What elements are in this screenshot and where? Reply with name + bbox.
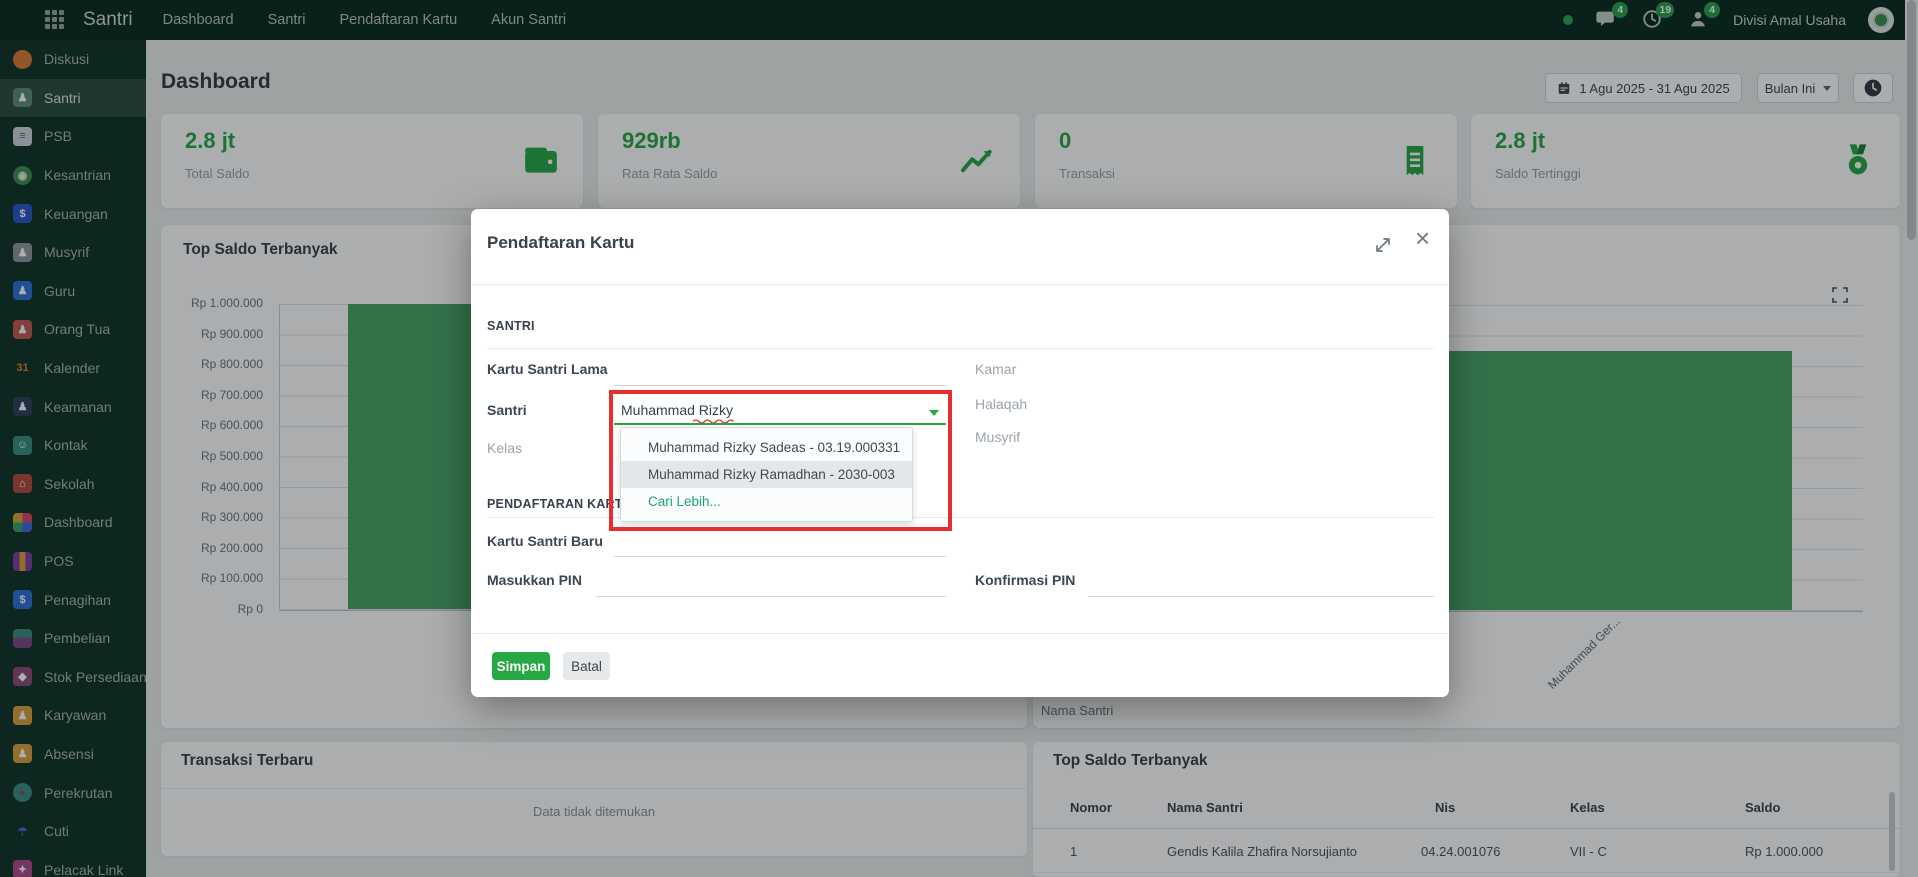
divider bbox=[471, 284, 1449, 285]
santri-dropdown: Muhammad Rizky Sadeas - 03.19.000331Muha… bbox=[620, 427, 913, 522]
app-screen: Santri DashboardSantriPendaftaran KartuA… bbox=[0, 0, 1918, 877]
field-label-konfirmasi-pin: Konfirmasi PIN bbox=[975, 572, 1075, 588]
section-header-santri: SANTRI bbox=[487, 319, 535, 333]
section-header-pendaftaran-kartu: PENDAFTARAN KARTU bbox=[487, 497, 632, 511]
field-label-kamar: Kamar bbox=[975, 361, 1016, 377]
kartu-santri-lama-input[interactable] bbox=[614, 385, 946, 386]
kartu-santri-baru-input[interactable] bbox=[614, 556, 946, 557]
dropdown-option[interactable]: Muhammad Rizky Sadeas - 03.19.000331 bbox=[621, 434, 912, 461]
masukkan-pin-input[interactable] bbox=[596, 596, 946, 597]
dropdown-option[interactable]: Cari Lebih... bbox=[621, 488, 912, 515]
field-label-kartu-santri-lama: Kartu Santri Lama bbox=[487, 361, 608, 377]
divider bbox=[487, 348, 1434, 349]
field-label-kelas: Kelas bbox=[487, 440, 522, 456]
field-label-halaqah: Halaqah bbox=[975, 396, 1027, 412]
cancel-button[interactable]: Batal bbox=[563, 652, 610, 680]
field-label-musyrif: Musyrif bbox=[975, 429, 1020, 445]
combobox-caret-icon[interactable] bbox=[929, 410, 939, 416]
divider bbox=[471, 633, 1449, 634]
save-button[interactable]: Simpan bbox=[492, 652, 550, 680]
expand-icon[interactable] bbox=[1373, 235, 1393, 255]
santri-combobox-underline bbox=[614, 423, 946, 425]
field-label-santri: Santri bbox=[487, 402, 527, 418]
konfirmasi-pin-input[interactable] bbox=[1088, 596, 1434, 597]
field-label-masukkan-pin: Masukkan PIN bbox=[487, 572, 582, 588]
field-label-kartu-santri-baru: Kartu Santri Baru bbox=[487, 533, 603, 549]
dropdown-option[interactable]: Muhammad Rizky Ramadhan - 2030-003 bbox=[621, 461, 912, 488]
santri-combobox-value[interactable]: Muhammad Rizky bbox=[621, 402, 733, 418]
close-icon[interactable]: × bbox=[1415, 225, 1430, 251]
modal-title: Pendaftaran Kartu bbox=[487, 233, 634, 253]
pendaftaran-kartu-modal: Pendaftaran Kartu × SANTRI Kartu Santri … bbox=[471, 209, 1449, 697]
